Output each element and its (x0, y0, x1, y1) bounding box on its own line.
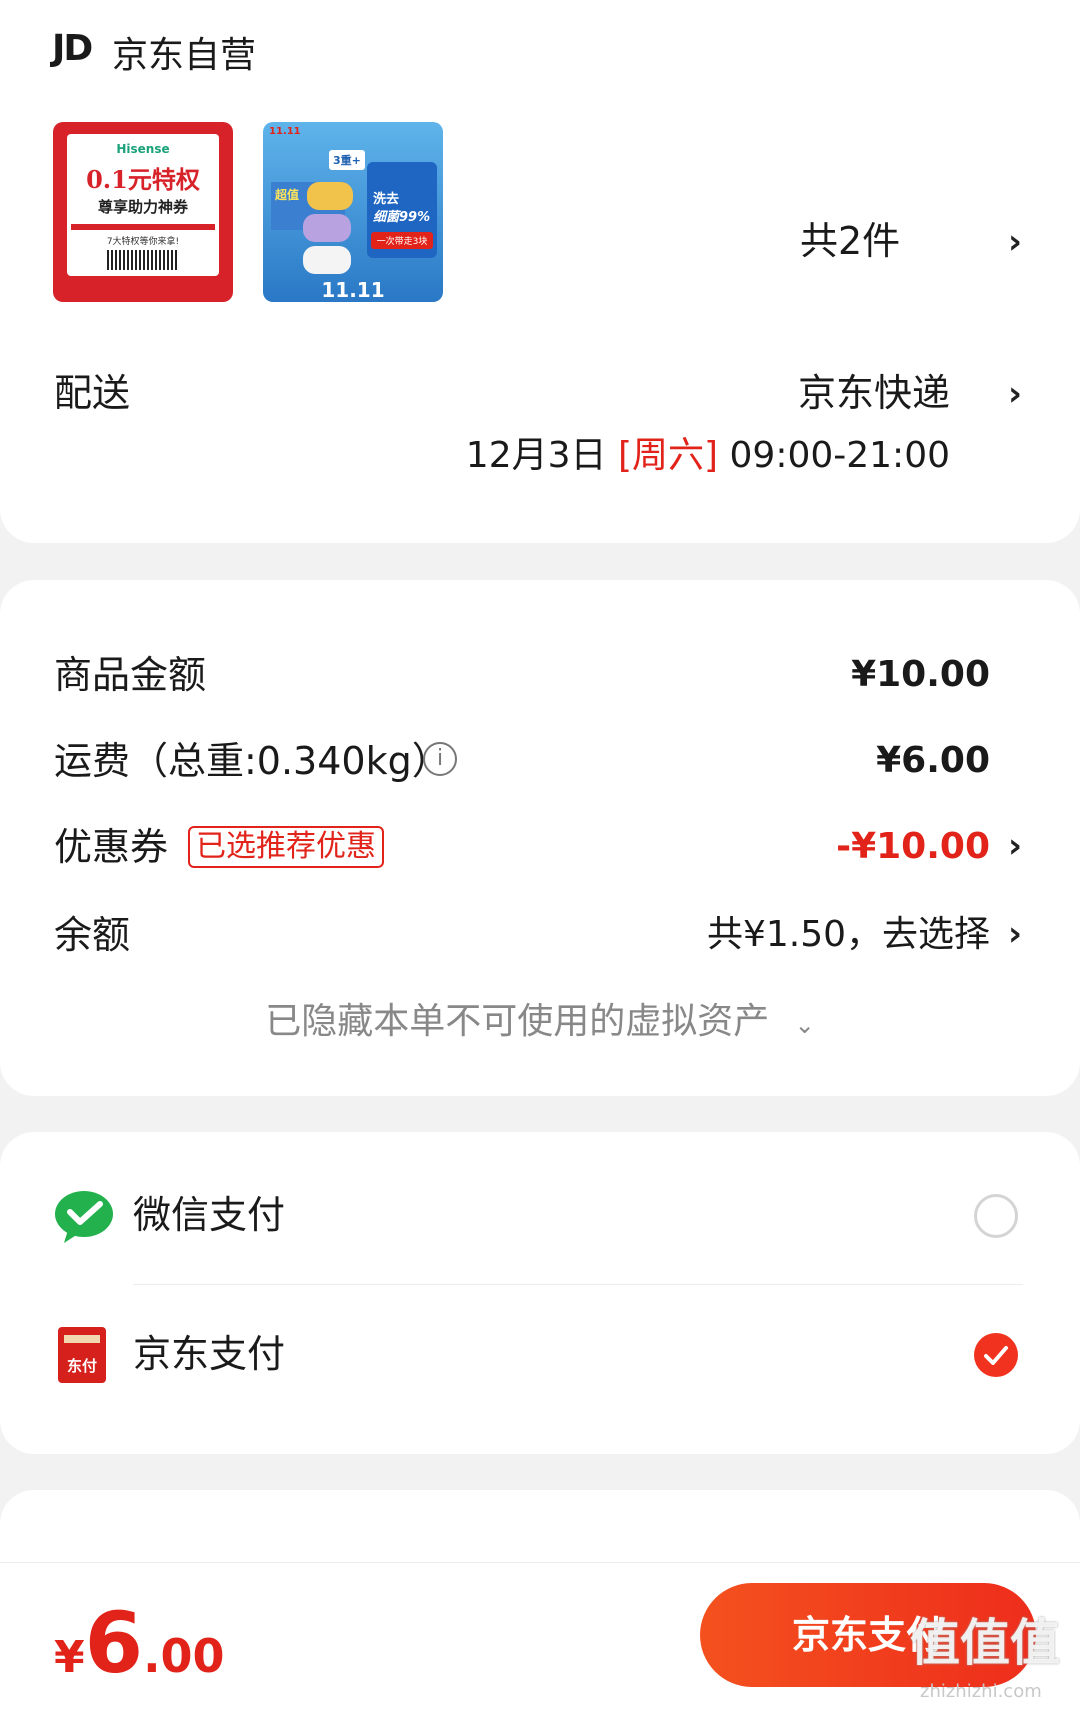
jd-logo: JD (52, 28, 93, 69)
payment-option-wechat[interactable]: 微信支付 (0, 1150, 1080, 1284)
footer-label: 11.11 (321, 278, 385, 302)
brand-label: Hisense (116, 142, 170, 156)
check-icon (984, 1346, 1008, 1365)
shipping-label: 运费（总重:0.340kg） (54, 739, 450, 783)
hidden-assets-note: 已隐藏本单不可使用的虚拟资产 (265, 1001, 770, 1042)
watermark-url: zhizhizhi.com (920, 1681, 1042, 1702)
checkout-bar: ¥6.00 京东支付 值值值 zhizhizhi.com (0, 1562, 1080, 1712)
coupon-note: 7大特权等你来拿! (106, 237, 180, 247)
coupon-value[interactable]: -¥10.00 (700, 824, 990, 870)
amount-card: 商品金额 ¥10.00 运费（总重:0.340kg） i ¥6.00 优惠券 已… (0, 580, 1080, 1096)
payment-card: 微信支付 东付 京东支付 (0, 1132, 1080, 1454)
shipping-value: ¥6.00 (876, 740, 990, 781)
delivery-date: 12月3日 (465, 435, 607, 476)
goods-amount-label: 商品金额 (54, 653, 207, 697)
chevron-right-icon[interactable]: › (1008, 222, 1022, 262)
payment-option-jd[interactable]: 东付 京东支付 (0, 1285, 1080, 1435)
jd-pay-label: 京东支付 (133, 1332, 286, 1376)
chevron-right-icon[interactable]: › (1008, 826, 1022, 866)
delivery-method[interactable]: 京东快递 (600, 370, 950, 416)
info-icon[interactable]: i (423, 742, 457, 776)
coupon-subtitle: 尊享助力神券 (97, 198, 188, 216)
jd-pay-icon: 东付 (58, 1327, 106, 1383)
chevron-right-icon[interactable]: › (1008, 374, 1022, 414)
soap-yellow (307, 182, 353, 210)
delivery-label: 配送 (54, 371, 131, 415)
delivery-time[interactable]: 12月3日 [周六] 09:00-21:00 (380, 426, 950, 478)
info-line-1: 洗去 (373, 192, 400, 207)
badge: 3重+ (329, 150, 365, 170)
jd-radio-checked[interactable] (974, 1333, 1018, 1377)
info-line-2: 细菌99% (373, 210, 431, 225)
wechat-pay-icon (54, 1190, 114, 1243)
balance-label: 余额 (54, 913, 131, 957)
total-integer: 6 (84, 1594, 144, 1692)
coupon-tag[interactable]: 已选推荐优惠 (188, 826, 384, 868)
soap-white (303, 246, 351, 274)
wechat-radio[interactable] (974, 1194, 1018, 1238)
item-count[interactable]: 共2件 (800, 218, 976, 264)
icon-stripe (64, 1335, 100, 1343)
info-line-3: 一次带走3块 (371, 232, 433, 249)
hidden-assets-toggle[interactable]: 已隐藏本单不可使用的虚拟资产 ⌄ (0, 992, 1080, 1044)
jd-pay-icon-text: 东付 (66, 1357, 97, 1375)
coupon-title: 0.1元特权 (86, 165, 200, 194)
product-thumb-hisense[interactable]: Hisense 0.1元特权 尊享助力神券 7大特权等你来拿! (53, 122, 233, 302)
balance-value[interactable]: 共¥1.50，去选择 (640, 912, 990, 958)
coupon-card: Hisense 0.1元特权 尊享助力神券 7大特权等你来拿! (67, 134, 219, 276)
chevron-right-icon[interactable]: › (1008, 914, 1022, 954)
info-panel: 洗去 细菌99% 一次带走3块 (367, 162, 437, 258)
delivery-weekday: [周六] (617, 435, 719, 476)
delivery-hours: 09:00-21:00 (729, 435, 950, 476)
order-total: ¥6.00 (54, 1601, 225, 1685)
soap-purple (303, 214, 351, 242)
watermark: 值值值 (910, 1614, 1060, 1672)
sale-tag: 11.11 (269, 126, 301, 137)
coupon-label: 优惠券 (54, 825, 169, 869)
goods-amount-value: ¥10.00 (851, 654, 990, 695)
total-decimal: .00 (143, 1629, 225, 1683)
product-thumb-safeguard[interactable]: 11.11 3重+ 超值 洗去 细菌99% 一次带走3块 11.11 (263, 122, 443, 302)
store-card: JD 京东自营 Hisense 0.1元特权 尊享助力神券 7大特权等你来拿! … (0, 0, 1080, 543)
wechat-pay-label: 微信支付 (133, 1193, 286, 1237)
currency-symbol: ¥ (54, 1632, 85, 1683)
stripe (71, 224, 215, 230)
chevron-down-icon: ⌄ (794, 1011, 815, 1039)
barcode-icon (107, 250, 179, 270)
store-name: 京东自营 (112, 35, 257, 76)
